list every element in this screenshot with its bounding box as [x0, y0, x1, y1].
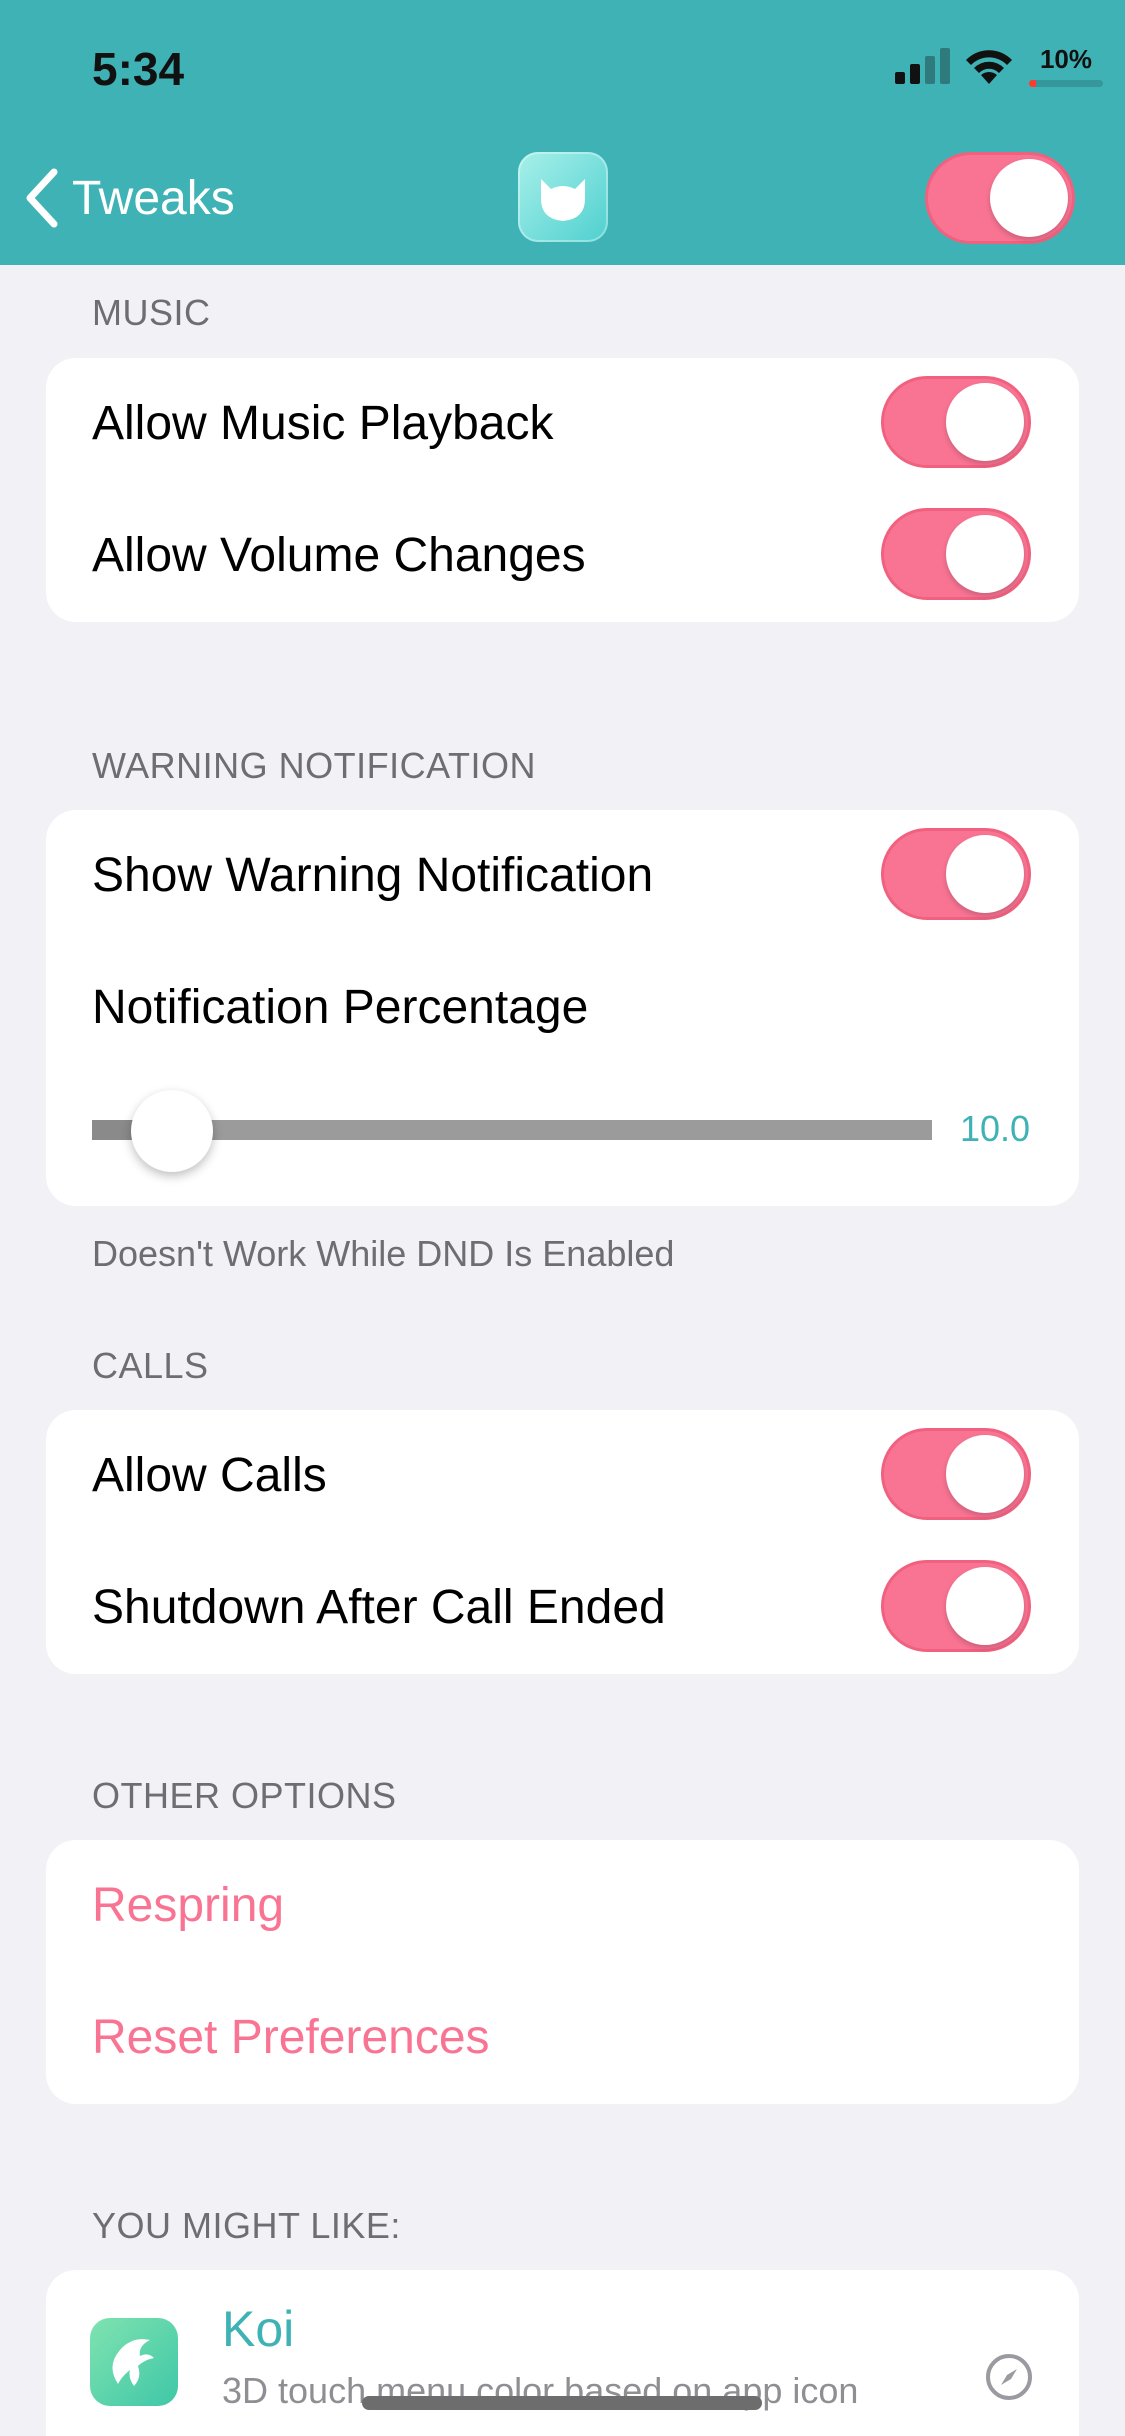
koi-app-icon — [90, 2318, 178, 2406]
toggle-knob — [946, 835, 1024, 913]
allow-calls-label: Allow Calls — [92, 1449, 327, 1502]
toggle-knob — [946, 1435, 1024, 1513]
allow-music-playback-toggle[interactable] — [881, 376, 1031, 468]
section-header-you-might-like: YOU MIGHT LIKE: — [92, 2205, 401, 2246]
master-enable-toggle[interactable] — [925, 152, 1075, 244]
percentage-value: 10.0 — [960, 1108, 1031, 1149]
percentage-slider-track[interactable] — [92, 1120, 932, 1140]
toggle-knob — [946, 383, 1024, 461]
allow-calls-toggle[interactable] — [881, 1428, 1031, 1520]
tweak-app-icon — [518, 152, 608, 242]
battery-indicator: 10% — [1027, 44, 1105, 94]
allow-volume-changes-toggle[interactable] — [881, 508, 1031, 600]
respring-button[interactable]: Respring — [92, 1878, 284, 1933]
section-header-other: OTHER OPTIONS — [92, 1775, 397, 1816]
safari-compass-icon[interactable] — [984, 2352, 1034, 2402]
allow-music-playback-label: Allow Music Playback — [92, 397, 554, 450]
koi-recommendation-card[interactable]: Koi 3D touch menu color based on app ico… — [46, 2270, 1079, 2436]
section-header-calls: CALLS — [92, 1345, 209, 1386]
other-options-card: Respring Reset Preferences — [46, 1840, 1079, 2104]
chevron-left-icon — [26, 168, 58, 228]
notification-percentage-label: Notification Percentage — [92, 981, 589, 1034]
reset-preferences-button[interactable]: Reset Preferences — [92, 2010, 490, 2065]
navigation-bar: 5:34 10% Tweaks — [0, 0, 1125, 265]
battery-fill — [1029, 80, 1037, 87]
cellular-signal-icon — [895, 48, 950, 84]
toggle-knob — [946, 515, 1024, 593]
warning-card: Show Warning Notification Notification P… — [46, 810, 1079, 1206]
home-indicator — [362, 2396, 762, 2410]
percentage-slider-thumb[interactable] — [131, 1090, 213, 1172]
back-button[interactable]: Tweaks — [22, 160, 235, 236]
music-card: Allow Music Playback Allow Volume Change… — [46, 358, 1079, 622]
koi-title: Koi — [222, 2301, 295, 2357]
calls-card: Allow Calls Shutdown After Call Ended — [46, 1410, 1079, 1674]
section-header-music: MUSIC — [92, 292, 211, 333]
battery-percentage: 10% — [1039, 44, 1093, 74]
shutdown-after-call-label: Shutdown After Call Ended — [92, 1581, 666, 1634]
toggle-knob — [990, 159, 1068, 237]
wifi-icon — [966, 50, 1012, 84]
allow-volume-changes-label: Allow Volume Changes — [92, 529, 586, 582]
show-warning-toggle[interactable] — [881, 828, 1031, 920]
koi-fish-icon — [112, 2339, 154, 2386]
status-time: 5:34 — [92, 43, 185, 95]
show-warning-label: Show Warning Notification — [92, 849, 654, 902]
cat-icon — [541, 179, 585, 221]
toggle-knob — [946, 1567, 1024, 1645]
dnd-footer-note: Doesn't Work While DND Is Enabled — [92, 1233, 675, 1274]
section-header-warning: WARNING NOTIFICATION — [92, 745, 536, 786]
back-label: Tweaks — [72, 171, 235, 225]
shutdown-after-call-toggle[interactable] — [881, 1560, 1031, 1652]
battery-bar — [1029, 80, 1103, 87]
